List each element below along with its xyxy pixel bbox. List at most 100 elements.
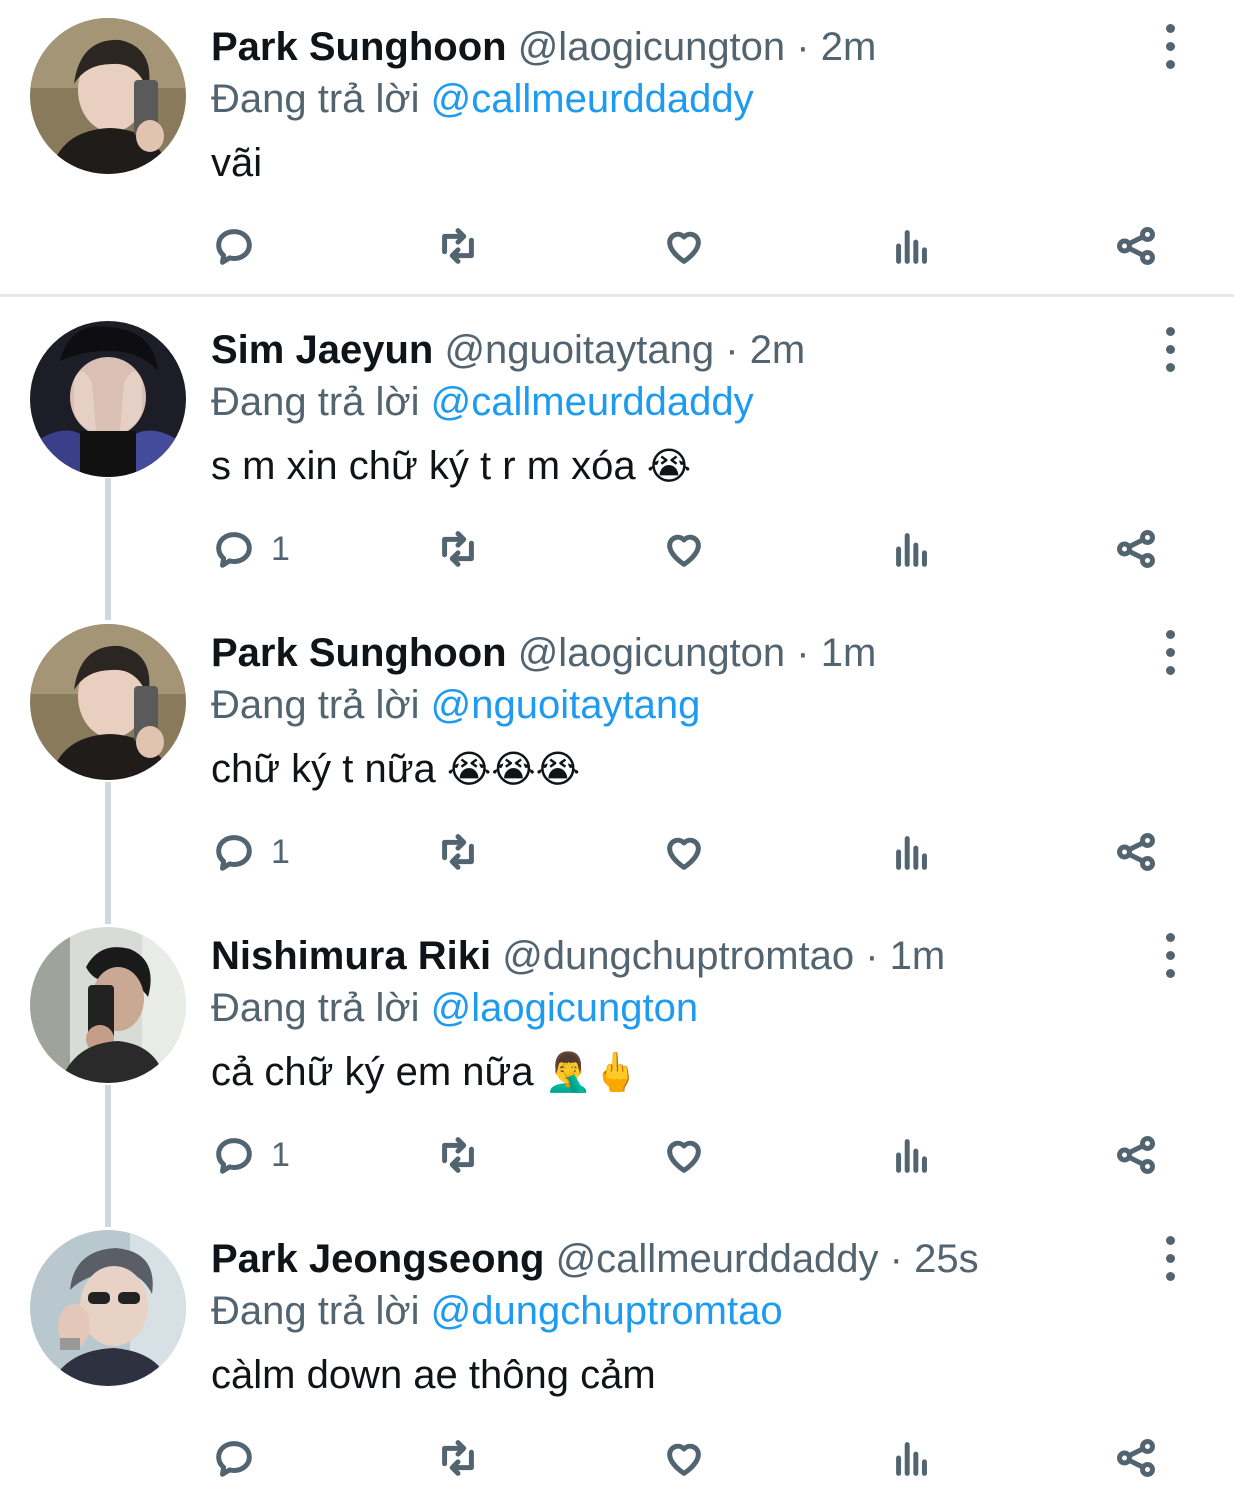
display-name[interactable]: Nishimura Riki (211, 934, 491, 978)
share-button[interactable] (1113, 216, 1159, 276)
display-name[interactable]: Sim Jaeyun (211, 328, 433, 372)
reply-button[interactable] (211, 1428, 271, 1488)
heart-icon (667, 837, 701, 870)
heart-icon (667, 1443, 701, 1476)
tweet-header: Nishimura Riki @dungchuptromtao · 1m (211, 931, 1144, 981)
tweet-actions (211, 216, 1171, 276)
share-icon (1117, 1136, 1155, 1174)
retweet-button[interactable] (435, 822, 481, 882)
like-button[interactable] (661, 822, 707, 882)
like-button[interactable] (661, 1125, 707, 1185)
more-vertical-icon[interactable] (1150, 925, 1190, 985)
mention-link[interactable]: @callmeurddaddy (431, 77, 754, 121)
tweet-text: chữ ký t nữa 😭😭😭 (211, 744, 1144, 795)
display-name[interactable]: Park Sunghoon (211, 25, 507, 69)
handle-timestamp: @dungchuptromtao · 1m (502, 934, 946, 978)
analytics-icon (896, 230, 927, 264)
tweet-emoji: 🤦‍♂️🖕 (544, 1052, 640, 1094)
tweet-divider (0, 294, 1234, 297)
tweet-emoji: 😭 (646, 446, 692, 488)
thread-connector-line (105, 1085, 111, 1227)
heart-icon (667, 231, 701, 264)
avatar[interactable] (30, 624, 186, 780)
tweet-actions: 1 (211, 519, 1171, 579)
replying-prefix: Đang trả lời (211, 380, 420, 424)
avatar[interactable] (30, 1230, 186, 1386)
handle-timestamp: @laogicungton · 2m (517, 25, 877, 69)
avatar[interactable] (30, 321, 186, 477)
replying-to: Đang trả lời @callmeurddaddy (211, 74, 1144, 124)
avatar[interactable] (30, 927, 186, 1083)
mention-link[interactable]: @callmeurddaddy (431, 380, 754, 424)
display-name[interactable]: Park Jeongseong (211, 1237, 544, 1281)
replying-prefix: Đang trả lời (211, 1289, 420, 1333)
reply-icon (216, 229, 252, 265)
reply-button[interactable] (211, 216, 271, 276)
mention-link[interactable]: @dungchuptromtao (431, 1289, 783, 1333)
tweet-text: vãi (211, 138, 1144, 189)
reply-icon (216, 532, 252, 568)
share-button[interactable] (1113, 1428, 1159, 1488)
more-vertical-icon[interactable] (1150, 622, 1190, 682)
tweet-body: cả chữ ký em nữa (211, 1050, 534, 1094)
avatar-photo-icon (30, 18, 186, 174)
share-button[interactable] (1113, 1125, 1159, 1185)
avatar-photo-icon (30, 321, 186, 477)
retweet-icon (442, 834, 474, 870)
thread-connector-line (105, 782, 111, 924)
retweet-icon (442, 1137, 474, 1173)
tweet-body: vãi (211, 141, 263, 185)
retweet-button[interactable] (435, 216, 481, 276)
handle-timestamp: @callmeurddaddy · 25s (555, 1237, 979, 1281)
mention-link[interactable]: @laogicungton (431, 986, 698, 1030)
tweet-header: Park Jeongseong @callmeurddaddy · 25s (211, 1234, 1144, 1284)
avatar[interactable] (30, 18, 186, 174)
views-button[interactable] (889, 519, 935, 579)
replying-prefix: Đang trả lời (211, 77, 420, 121)
thread-connector-line (105, 478, 111, 620)
reply-button[interactable]: 1 (211, 822, 290, 882)
tweet-actions: 1 (211, 822, 1171, 882)
tweet-header: Park Sunghoon @laogicungton · 1m (211, 628, 1144, 678)
like-button[interactable] (661, 519, 707, 579)
tweet-body: chữ ký t nữa (211, 747, 436, 791)
tweet-body: s m xin chữ ký t r m xóa (211, 444, 636, 488)
reply-button[interactable]: 1 (211, 1125, 290, 1185)
mention-link[interactable]: @nguoitaytang (431, 683, 701, 727)
reply-icon (216, 835, 252, 871)
more-vertical-icon[interactable] (1150, 16, 1190, 76)
replying-prefix: Đang trả lời (211, 986, 420, 1030)
tweet-header: Park Sunghoon @laogicungton · 2m (211, 22, 1144, 72)
more-vertical-icon[interactable] (1150, 1228, 1190, 1288)
replying-to: Đang trả lời @callmeurddaddy (211, 377, 1144, 427)
views-button[interactable] (889, 1125, 935, 1185)
share-button[interactable] (1113, 822, 1159, 882)
heart-icon (667, 1140, 701, 1173)
replying-prefix: Đang trả lời (211, 683, 420, 727)
tweet-actions: 1 (211, 1125, 1171, 1185)
avatar-photo-icon (30, 624, 186, 780)
retweet-icon (442, 1440, 474, 1476)
analytics-icon (896, 1139, 927, 1173)
like-button[interactable] (661, 216, 707, 276)
avatar-photo-icon (30, 1230, 186, 1386)
tweet-header: Sim Jaeyun @nguoitaytang · 2m (211, 325, 1144, 375)
retweet-icon (442, 531, 474, 567)
reply-count: 1 (271, 1135, 290, 1174)
share-button[interactable] (1113, 519, 1159, 579)
handle-timestamp: @nguoitaytang · 2m (444, 328, 806, 372)
display-name[interactable]: Park Sunghoon (211, 631, 507, 675)
analytics-icon (896, 836, 927, 870)
tweet-body: càlm down ae thông cảm (211, 1353, 656, 1397)
heart-icon (667, 534, 701, 567)
like-button[interactable] (661, 1428, 707, 1488)
retweet-button[interactable] (435, 519, 481, 579)
views-button[interactable] (889, 822, 935, 882)
more-vertical-icon[interactable] (1150, 319, 1190, 379)
retweet-button[interactable] (435, 1125, 481, 1185)
retweet-button[interactable] (435, 1428, 481, 1488)
tweet-actions (211, 1428, 1171, 1488)
views-button[interactable] (889, 1428, 935, 1488)
reply-button[interactable]: 1 (211, 519, 290, 579)
views-button[interactable] (889, 216, 935, 276)
